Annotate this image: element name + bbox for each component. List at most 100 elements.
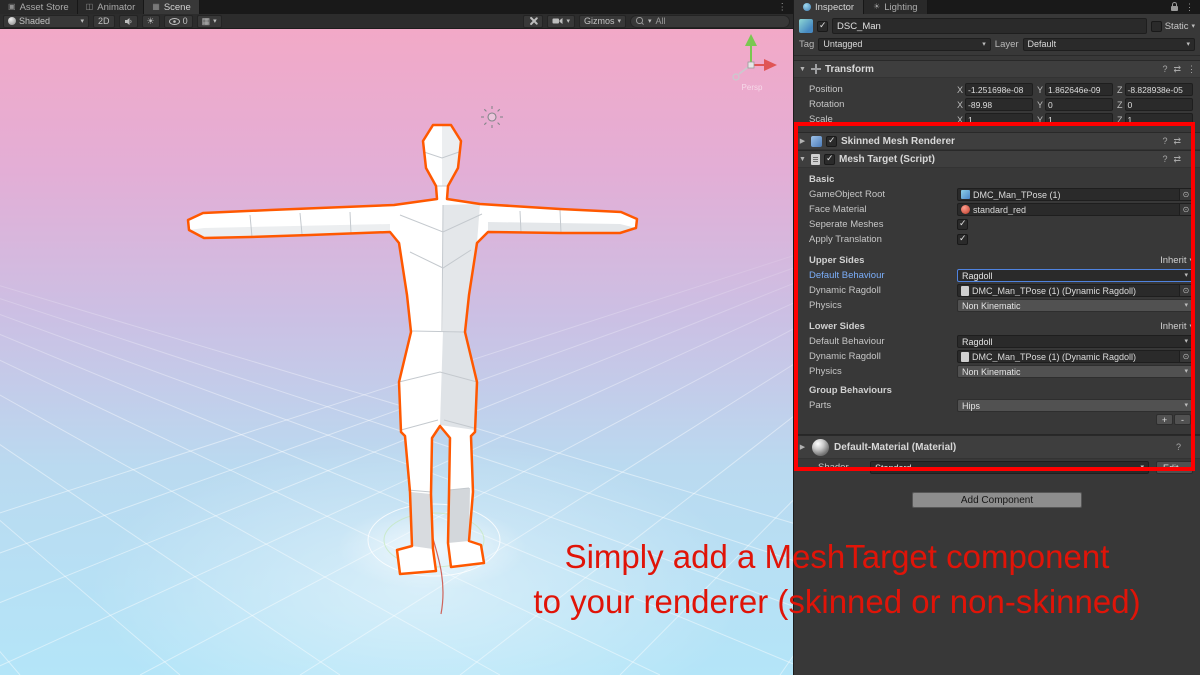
object-picker-icon[interactable]: ⊙ bbox=[1179, 351, 1192, 362]
scale-x-field[interactable]: 1 bbox=[965, 113, 1033, 126]
presets-icon[interactable]: ⇄ bbox=[1173, 136, 1181, 147]
upper-sides-inherit-dropdown[interactable]: Inherit ▾ bbox=[957, 255, 1193, 266]
tab-scene[interactable]: ▦ Scene bbox=[144, 0, 200, 14]
visibility-toggle[interactable]: 0 bbox=[164, 15, 193, 28]
edit-button[interactable]: Edit... bbox=[1156, 461, 1193, 474]
more-icon[interactable]: ⋮ bbox=[1187, 64, 1196, 75]
position-z-field[interactable]: -8.828938e-05 bbox=[1125, 83, 1194, 96]
help-icon[interactable]: ? bbox=[1176, 442, 1181, 452]
static-dropdown[interactable]: Static ▾ bbox=[1151, 21, 1195, 32]
upper-physics-dropdown[interactable]: Non Kinematic ▾ bbox=[957, 299, 1193, 312]
section-label: Group Behaviours bbox=[809, 385, 957, 396]
add-component-button[interactable]: Add Component bbox=[912, 492, 1082, 508]
upper-dynamic-ragdoll-row: Dynamic Ragdoll DMC_Man_TPose (1) (Dynam… bbox=[794, 283, 1200, 298]
persp-label[interactable]: Persp bbox=[742, 83, 763, 92]
shader-dropdown[interactable]: Standard ▾ bbox=[870, 461, 1149, 474]
tab-animator[interactable]: ◫ Animator bbox=[78, 0, 145, 14]
scale-z-field[interactable]: 1 bbox=[1125, 113, 1194, 126]
position-x-field[interactable]: -1.251698e-08 bbox=[965, 83, 1033, 96]
object-picker-icon[interactable]: ⊙ bbox=[1179, 189, 1192, 200]
foldout-icon[interactable]: ▼ bbox=[798, 156, 807, 163]
component-enabled-checkbox[interactable] bbox=[824, 154, 835, 165]
2d-toggle[interactable]: 2D bbox=[93, 15, 115, 28]
tag-label: Tag bbox=[799, 39, 814, 50]
foldout-icon[interactable]: ▼ bbox=[798, 66, 807, 73]
rotation-x-field[interactable]: -89.98 bbox=[965, 98, 1033, 111]
scale-y-field[interactable]: 1 bbox=[1045, 113, 1113, 126]
material-header[interactable]: ▶ Default-Material (Material) ? ⋮ bbox=[794, 435, 1200, 459]
more-icon[interactable]: ⋮ bbox=[1187, 442, 1196, 453]
scene-orientation-gizmo[interactable]: Persp bbox=[733, 34, 777, 92]
shader-row: Shader Standard ▾ Edit... bbox=[794, 459, 1200, 476]
chevron-down-icon: ▾ bbox=[1189, 323, 1193, 330]
grid-visibility-dropdown[interactable]: ▦ ▾ bbox=[197, 15, 222, 28]
more-icon[interactable]: ⋮ bbox=[1187, 154, 1196, 165]
gameobject-root-object-field[interactable]: DMC_Man_TPose (1) ⊙ bbox=[957, 188, 1193, 201]
object-picker-icon[interactable]: ⊙ bbox=[1179, 204, 1192, 215]
shading-mode-dropdown[interactable]: Shaded ▾ bbox=[3, 15, 89, 28]
upper-default-behaviour-dropdown[interactable]: Ragdoll ▾ bbox=[957, 269, 1193, 282]
static-label: Static bbox=[1165, 21, 1189, 32]
x-axis-cone[interactable] bbox=[764, 59, 777, 71]
layer-dropdown[interactable]: Default ▾ bbox=[1023, 38, 1195, 51]
lower-dynamic-ragdoll-object-field[interactable]: DMC_Man_TPose (1) (Dynamic Ragdoll) ⊙ bbox=[957, 350, 1193, 363]
help-icon[interactable]: ? bbox=[1162, 154, 1167, 164]
transform-row-scale: Scale X1 Y1 Z1 bbox=[794, 112, 1200, 127]
add-element-button[interactable]: + bbox=[1156, 414, 1173, 425]
scene-search-input[interactable]: ▾ All bbox=[630, 15, 790, 28]
tab-inspector[interactable]: Inspector bbox=[794, 0, 864, 14]
upper-dynamic-ragdoll-object-field[interactable]: DMC_Man_TPose (1) (Dynamic Ragdoll) ⊙ bbox=[957, 284, 1193, 297]
rotation-z-field[interactable]: 0 bbox=[1125, 98, 1194, 111]
presets-icon[interactable]: ⇄ bbox=[1173, 64, 1181, 75]
lower-default-behaviour-dropdown[interactable]: Ragdoll ▾ bbox=[957, 335, 1193, 348]
tab-lighting[interactable]: ☀ Lighting bbox=[864, 0, 927, 14]
apply-translation-checkbox[interactable] bbox=[957, 234, 968, 245]
skinned-mesh-renderer-header[interactable]: ▶ Skinned Mesh Renderer ? ⇄ ⋮ bbox=[794, 132, 1200, 150]
foldout-icon[interactable]: ▶ bbox=[798, 137, 807, 145]
scene-tab-menu-icon[interactable]: ⋮ bbox=[772, 0, 794, 14]
remove-element-button[interactable]: - bbox=[1174, 414, 1191, 425]
active-checkbox[interactable] bbox=[817, 21, 828, 32]
face-material-row: Face Material standard_red ⊙ bbox=[794, 202, 1200, 217]
y-axis-cone[interactable] bbox=[745, 34, 757, 46]
tag-dropdown[interactable]: Untagged ▾ bbox=[818, 38, 990, 51]
tab-label: Inspector bbox=[815, 2, 854, 13]
mesh-target-header[interactable]: ▼ Mesh Target (Script) ? ⇄ ⋮ bbox=[794, 150, 1200, 168]
axis-label: X bbox=[957, 85, 963, 95]
presets-icon[interactable]: ⇄ bbox=[1173, 154, 1181, 165]
light-gizmo[interactable] bbox=[481, 106, 503, 128]
upper-default-behaviour-row: Default Behaviour Ragdoll ▾ bbox=[794, 268, 1200, 283]
static-checkbox[interactable] bbox=[1151, 21, 1162, 32]
help-icon[interactable]: ? bbox=[1162, 64, 1167, 74]
lock-icon[interactable] bbox=[1171, 6, 1178, 11]
rotation-y-field[interactable]: 0 bbox=[1045, 98, 1113, 111]
tool-settings-button[interactable] bbox=[523, 15, 543, 28]
more-icon[interactable]: ⋮ bbox=[1187, 136, 1196, 147]
inspector-tab-controls: ⋮ bbox=[1165, 0, 1200, 14]
scene-canvas[interactable]: Persp bbox=[0, 29, 793, 675]
foldout-icon[interactable]: ▶ bbox=[798, 443, 807, 451]
axis-label: Z bbox=[1117, 85, 1123, 95]
gameobject-name-field[interactable]: DSC_Man bbox=[832, 18, 1147, 34]
face-material-object-field[interactable]: standard_red ⊙ bbox=[957, 203, 1193, 216]
seperate-meshes-checkbox[interactable] bbox=[957, 219, 968, 230]
camera-settings-dropdown[interactable]: ▾ bbox=[547, 15, 575, 28]
inspector-menu-icon[interactable]: ⋮ bbox=[1185, 2, 1194, 13]
inspector-icon bbox=[803, 3, 811, 11]
lower-physics-dropdown[interactable]: Non Kinematic ▾ bbox=[957, 365, 1193, 378]
position-y-field[interactable]: 1.862646e-09 bbox=[1045, 83, 1113, 96]
audio-toggle[interactable] bbox=[119, 15, 138, 28]
help-icon[interactable]: ? bbox=[1162, 136, 1167, 146]
tabbar-spacer bbox=[200, 0, 772, 14]
tab-asset-store[interactable]: ▣ Asset Store bbox=[0, 0, 78, 14]
gameobject-mini-icon bbox=[961, 190, 970, 199]
component-enabled-checkbox[interactable] bbox=[826, 136, 837, 147]
lower-sides-inherit-dropdown[interactable]: Inherit ▾ bbox=[957, 321, 1193, 332]
parts-dropdown[interactable]: Hips ▾ bbox=[957, 399, 1193, 412]
transform-header[interactable]: ▼ Transform ? ⇄ ⋮ bbox=[794, 60, 1200, 78]
gizmos-dropdown[interactable]: Gizmos ▾ bbox=[579, 15, 626, 28]
lower-physics-row: Physics Non Kinematic ▾ bbox=[794, 364, 1200, 379]
chevron-down-icon: ▾ bbox=[1184, 272, 1188, 279]
lighting-toggle[interactable]: ☀ bbox=[142, 15, 160, 28]
object-picker-icon[interactable]: ⊙ bbox=[1179, 285, 1192, 296]
